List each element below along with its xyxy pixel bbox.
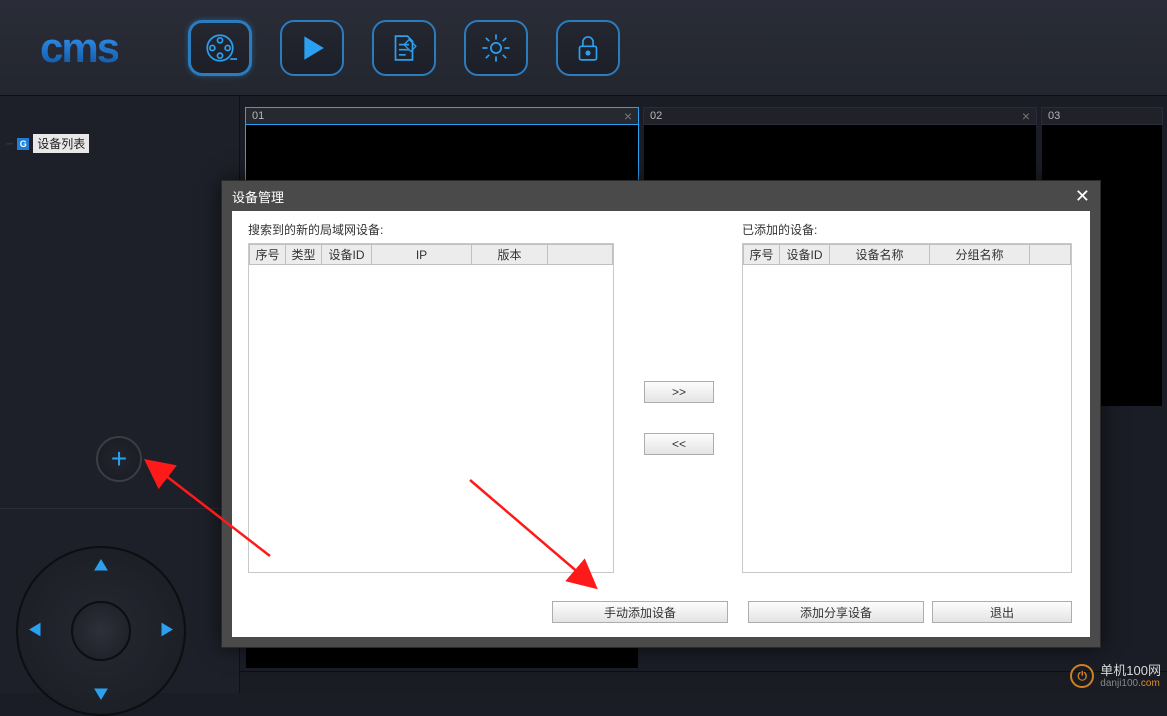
dpad-up-button[interactable] [91,556,111,579]
dpad-left-button[interactable] [26,620,46,643]
ptz-dpad [16,546,186,716]
col-deviceid[interactable]: 设备ID [780,245,830,265]
add-device-button[interactable]: + [96,436,142,482]
nav-reel-button[interactable] [188,20,252,76]
top-nav [188,20,620,76]
film-reel-icon [203,31,237,65]
col-ip[interactable]: IP [372,245,472,265]
cell-close-icon[interactable]: × [624,108,632,124]
add-share-button[interactable]: 添加分享设备 [748,601,924,623]
dpad-down-button[interactable] [91,683,111,706]
device-tree-root[interactable]: ┈ G 设备列表 [6,134,89,153]
watermark-logo-icon: ⏻ [1070,664,1094,688]
document-edit-icon [387,31,421,65]
found-devices-label: 搜索到的新的局域网设备: [248,221,383,238]
cell-header: 03 [1041,107,1163,125]
watermark: ⏻ 单机100网 danji100.com [1070,664,1161,689]
cell-id-label: 03 [1048,110,1060,122]
top-bar: cms [0,0,1167,96]
dpad-center-button[interactable] [71,601,131,661]
cell-id-label: 02 [650,110,662,122]
sidebar: ┈ G 设备列表 + [0,96,240,693]
col-deviceid[interactable]: 设备ID [322,245,372,265]
lock-icon [571,31,605,65]
plus-icon: + [111,445,127,473]
found-devices-table[interactable]: 序号 类型 设备ID IP 版本 [248,243,614,573]
watermark-line2: danji100.com [1100,678,1161,689]
move-left-button[interactable]: << [644,433,714,455]
col-extra[interactable] [1030,245,1071,265]
nav-edit-button[interactable] [372,20,436,76]
added-devices-table[interactable]: 序号 设备ID 设备名称 分组名称 [742,243,1072,573]
exit-button[interactable]: 退出 [932,601,1072,623]
device-manage-dialog: 设备管理 ✕ 搜索到的新的局域网设备: 已添加的设备: 序号 类型 设备ID I… [221,180,1101,648]
play-icon [295,31,329,65]
dpad-right-button[interactable] [156,620,176,643]
dialog-title: 设备管理 [232,187,284,206]
col-seq[interactable]: 序号 [250,245,286,265]
col-groupname[interactable]: 分组名称 [930,245,1030,265]
col-version[interactable]: 版本 [472,245,548,265]
col-devicename[interactable]: 设备名称 [830,245,930,265]
app-logo: cms [40,24,118,72]
dialog-titlebar: 设备管理 ✕ [222,181,1100,211]
cell-header: 01 × [245,107,639,125]
device-root-label: 设备列表 [33,134,89,153]
move-right-button[interactable]: >> [644,381,714,403]
nav-lock-button[interactable] [556,20,620,76]
added-devices-label: 已添加的设备: [742,221,817,238]
cell-id-label: 01 [252,110,264,122]
sidebar-separator [0,508,239,509]
cell-header: 02 × [643,107,1037,125]
col-type[interactable]: 类型 [286,245,322,265]
dialog-body: 搜索到的新的局域网设备: 已添加的设备: 序号 类型 设备ID IP 版本 序号… [232,211,1090,637]
watermark-line1: 单机100网 [1100,664,1161,678]
col-extra[interactable] [548,245,613,265]
nav-settings-button[interactable] [464,20,528,76]
group-icon: G [17,138,29,150]
tree-connector-icon: ┈ [6,137,13,151]
col-seq[interactable]: 序号 [744,245,780,265]
manual-add-button[interactable]: 手动添加设备 [552,601,728,623]
nav-play-button[interactable] [280,20,344,76]
gear-icon [479,31,513,65]
status-bar [240,671,1167,693]
cell-close-icon[interactable]: × [1022,108,1030,124]
dialog-close-icon[interactable]: ✕ [1075,186,1090,207]
